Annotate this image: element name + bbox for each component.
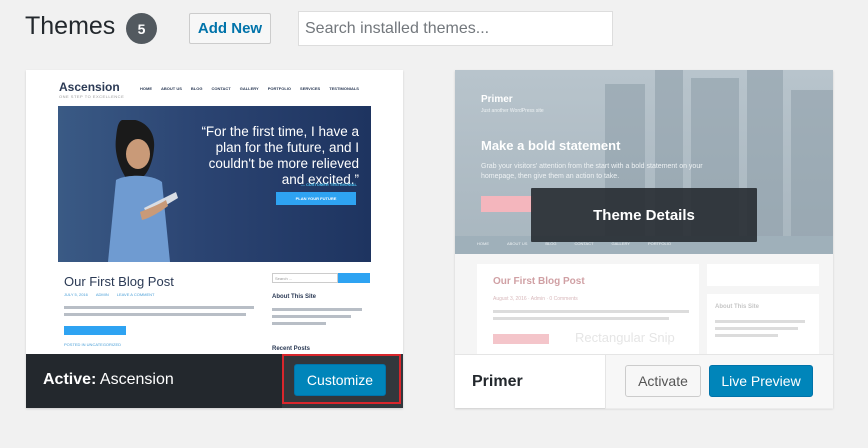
theme-details-button[interactable]: Theme Details xyxy=(531,188,757,242)
ghost-watermark-text: Rectangular Snip xyxy=(575,330,675,345)
screenshot-subtext: Grab your visitors' attention from the s… xyxy=(481,163,703,180)
screenshot-headline: Make a bold statement xyxy=(481,138,621,153)
screenshot-post-text xyxy=(64,306,254,320)
screenshot-nav-item: BLOG xyxy=(190,86,203,91)
screenshot-meta-item: ADMIN xyxy=(95,292,109,297)
screenshot-nav-item: PORTFOLIO xyxy=(647,241,671,246)
screenshot-nav-item: HOME xyxy=(477,241,489,246)
screenshot-sidebar: About This Site xyxy=(707,264,833,354)
screenshot-nav-item: PORTFOLIO xyxy=(267,86,292,91)
screenshot-nav-item: SERVICES xyxy=(300,86,321,91)
screenshot-nav-item: CONTACT xyxy=(211,86,231,91)
screenshot-nav-item: ABOUT US xyxy=(507,241,528,246)
screenshot-meta-item: LEAVE A COMMENT xyxy=(116,292,155,297)
screenshot-sidebar-about: About This Site xyxy=(272,294,316,300)
screenshot-tagline: ONE STEP TO EXCELLENCE xyxy=(59,94,125,99)
screenshot-site-title: Primer xyxy=(481,94,513,105)
screenshot-nav-item: TESTIMONIALS xyxy=(329,86,359,91)
screenshot-post-title: Our First Blog Post xyxy=(493,276,585,287)
screenshot-nav-item: ABOUT US xyxy=(161,86,182,91)
theme-card-ascension[interactable]: Ascension ONE STEP TO EXCELLENCE HOME AB… xyxy=(26,70,403,408)
live-preview-button[interactable]: Live Preview xyxy=(709,365,813,397)
theme-count-badge: 5 xyxy=(126,13,157,44)
page-title: Themes xyxy=(25,12,116,40)
screenshot-nav-item: GALLERY xyxy=(239,86,259,91)
screenshot-tagline: Just another WordPress site xyxy=(481,108,544,114)
screenshot-sidebar-about: About This Site xyxy=(715,304,759,310)
screenshot-hero-button: PLAN YOUR FUTURE xyxy=(276,192,356,205)
active-theme-name: Ascension xyxy=(99,371,174,388)
screenshot-post-text xyxy=(493,310,689,324)
active-theme-label: Active: Ascension xyxy=(43,371,174,389)
screenshot-search-button xyxy=(338,273,370,283)
screenshot-hero-quote: “For the first time, I have a plan for t… xyxy=(201,124,359,187)
screenshot-post-meta: JULY 5, 2016 ADMIN LEAVE A COMMENT xyxy=(64,292,154,297)
theme-name: Primer xyxy=(472,373,523,390)
add-new-button[interactable]: Add New xyxy=(189,13,271,44)
woman-with-tablet-image xyxy=(108,120,178,262)
screenshot-post-title: Our First Blog Post xyxy=(64,274,174,289)
theme-footer: Primer Activate Live Preview xyxy=(455,354,833,409)
screenshot-continue-button xyxy=(64,326,126,335)
screenshot-nav-item: HOME xyxy=(140,86,152,91)
theme-footer-active: Active: Ascension Customize xyxy=(26,354,403,408)
screenshot-post-meta: August 3, 2016 · Admin · 0 Comments xyxy=(493,296,578,302)
activate-button[interactable]: Activate xyxy=(625,365,701,397)
screenshot-continue-button xyxy=(493,334,549,344)
screenshot-sidebar-search xyxy=(707,264,819,286)
screenshot-search-field: Search ... xyxy=(272,273,338,283)
screenshot-logo: Ascension xyxy=(59,80,120,94)
screenshot-sidebar-recent: Recent Posts xyxy=(272,346,311,352)
screenshot-hero-link: — CUSTOMER TESTIMONIAL xyxy=(300,182,357,187)
screenshot-meta-item: JULY 5, 2016 xyxy=(64,292,88,297)
screenshot-sidebar-text xyxy=(272,308,362,329)
screenshot-nav-item: GALLERY xyxy=(611,241,630,246)
search-input[interactable] xyxy=(298,11,613,46)
active-prefix: Active: xyxy=(43,371,97,388)
theme-screenshot-primer[interactable]: Primer Just another WordPress site Make … xyxy=(455,70,833,354)
customize-button[interactable]: Customize xyxy=(294,364,386,396)
screenshot-hero: “For the first time, I have a plan for t… xyxy=(58,106,371,262)
screenshot-nav-item: BLOG xyxy=(545,241,557,246)
screenshot-nav-item: CONTACT xyxy=(574,241,594,246)
screenshot-cta-button xyxy=(481,196,533,212)
building-shape xyxy=(791,90,833,254)
screenshot-sidebar-text xyxy=(715,320,805,341)
screenshot-post-footer: POSTED IN UNCATEGORIZED xyxy=(64,342,122,347)
screenshot-nav: HOME ABOUT US BLOG CONTACT GALLERY PORTF… xyxy=(140,86,359,91)
theme-screenshot-ascension[interactable]: Ascension ONE STEP TO EXCELLENCE HOME AB… xyxy=(26,70,403,354)
theme-card-primer[interactable]: Primer Just another WordPress site Make … xyxy=(455,70,833,409)
